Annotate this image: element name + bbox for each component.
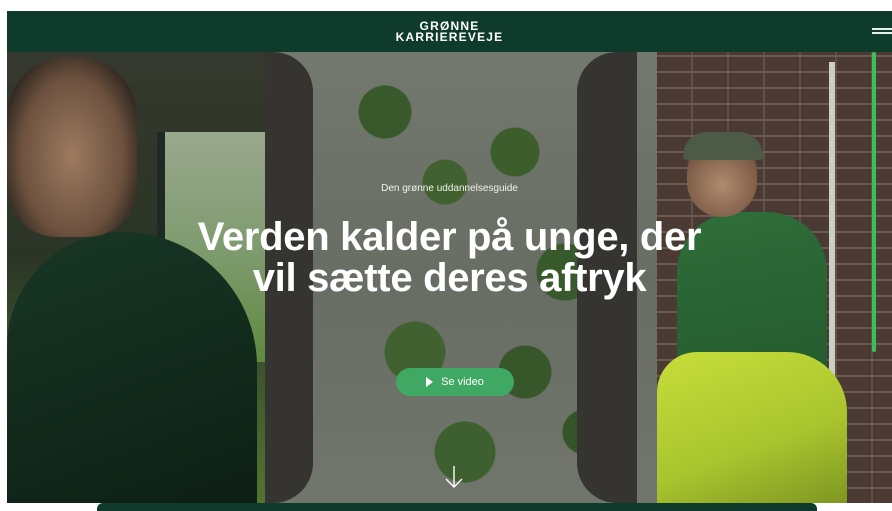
- menu-line: [872, 32, 892, 34]
- hero-eyebrow: Den grønne uddannelsesguide: [381, 183, 518, 194]
- watch-video-label: Se video: [441, 376, 484, 388]
- play-icon: [426, 377, 434, 387]
- hero-content: Den grønne uddannelsesguide Verden kalde…: [7, 52, 892, 503]
- site-logo[interactable]: GRØNNE KARRIEREVEJE: [395, 20, 504, 44]
- content-card-edge: [97, 503, 817, 511]
- menu-line: [872, 28, 892, 30]
- hero-headline: Verden kalder på unge, der vil sætte der…: [197, 215, 702, 300]
- page: GRØNNE KARRIEREVEJE Den grønne uddannels…: [7, 0, 892, 511]
- arrow-down-icon[interactable]: [445, 465, 463, 489]
- logo-line-2: KARRIEREVEJE: [395, 29, 504, 44]
- top-navigation-bar: GRØNNE KARRIEREVEJE: [7, 11, 892, 52]
- hamburger-menu-icon[interactable]: [872, 26, 892, 36]
- hero-section: Den grønne uddannelsesguide Verden kalde…: [7, 52, 892, 503]
- watch-video-button[interactable]: Se video: [396, 368, 514, 396]
